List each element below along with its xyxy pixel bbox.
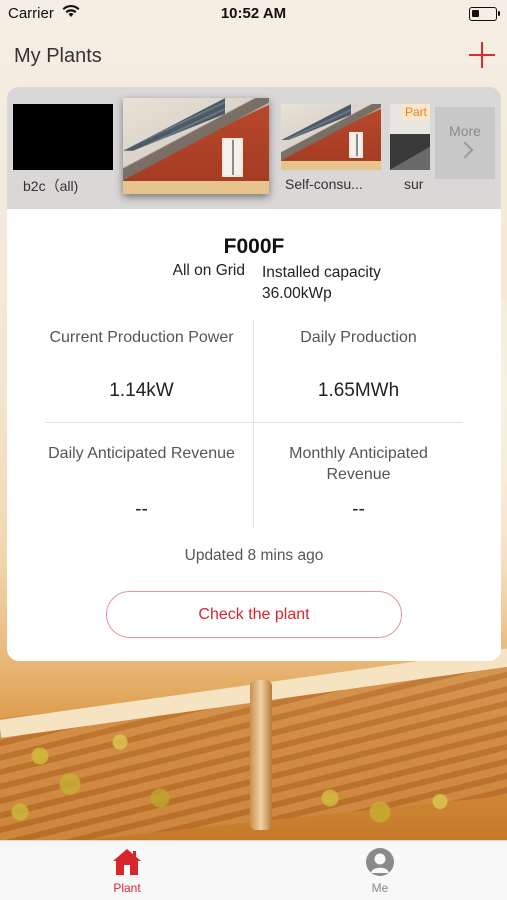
plant-thumb-image	[13, 104, 113, 170]
tab-bar: Plant Me	[0, 840, 507, 900]
metric-daily-production: Daily Production 1.65MWh	[254, 327, 463, 401]
metrics-grid: Current Production Power 1.14kW Daily Pr…	[45, 317, 463, 527]
home-icon	[111, 847, 143, 877]
metric-label: Current Production Power	[49, 329, 234, 346]
check-plant-button[interactable]: Check the plant	[106, 591, 402, 638]
plant-thumb-label: b2c（all)	[23, 178, 79, 194]
battery-icon	[469, 7, 500, 21]
plant-thumb-label: Self-consu...	[285, 176, 363, 192]
plant-thumb-b2c[interactable]: b2c（all)	[13, 104, 113, 196]
updated-time: Updated 8 mins ago	[184, 547, 324, 564]
metric-value: 1.14kW	[109, 380, 174, 401]
metric-value: --	[352, 499, 365, 520]
chevron-right-icon	[456, 141, 474, 159]
tab-label: Plant	[113, 881, 141, 895]
plant-carousel[interactable]: b2c（all) Self-consu... Part sur More	[7, 87, 501, 209]
plant-thumb-image	[281, 104, 381, 170]
metric-daily-revenue: Daily Anticipated Revenue --	[37, 443, 246, 520]
plus-icon[interactable]	[469, 42, 495, 68]
installed-capacity: Installed capacity 36.00kWp	[262, 262, 381, 304]
divider-vertical	[253, 319, 254, 527]
nav-bar: My Plants	[0, 28, 507, 84]
plant-thumb-self-consumption[interactable]: Self-consu...	[281, 104, 381, 192]
capacity-label: Installed capacity	[262, 264, 381, 281]
page-title: My Plants	[14, 45, 102, 67]
plant-thumb-sur[interactable]: Part sur	[390, 104, 430, 192]
tab-plant[interactable]: Plant	[87, 847, 167, 895]
metric-label: Monthly Anticipated Revenue	[289, 445, 428, 483]
metric-value: --	[135, 499, 148, 520]
more-label: More	[449, 123, 481, 139]
status-bar: Carrier 10:52 AM	[0, 0, 507, 28]
plant-thumb-image: Part	[390, 104, 430, 170]
metric-monthly-revenue: Monthly Anticipated Revenue --	[254, 443, 463, 520]
clock: 10:52 AM	[220, 5, 287, 22]
more-button[interactable]: More	[435, 107, 495, 179]
plant-thumb-image	[123, 98, 269, 194]
plant-thumb-label: sur	[404, 176, 424, 192]
metric-label: Daily Production	[300, 329, 417, 346]
grid-type: All on Grid	[172, 262, 245, 279]
metric-current-power: Current Production Power 1.14kW	[37, 327, 246, 401]
metric-label: Daily Anticipated Revenue	[48, 445, 235, 462]
plant-card: F000F All on Grid Installed capacity 36.…	[7, 209, 501, 661]
capacity-value: 36.00kWp	[262, 285, 332, 302]
plant-name: F000F	[223, 235, 285, 258]
tab-me[interactable]: Me	[340, 847, 420, 895]
part-badge: Part	[401, 104, 430, 120]
metric-value: 1.65MWh	[317, 380, 400, 401]
tab-label: Me	[371, 881, 389, 895]
person-icon	[364, 847, 396, 877]
divider-horizontal	[45, 422, 463, 423]
plant-thumb-selected[interactable]	[123, 98, 269, 194]
